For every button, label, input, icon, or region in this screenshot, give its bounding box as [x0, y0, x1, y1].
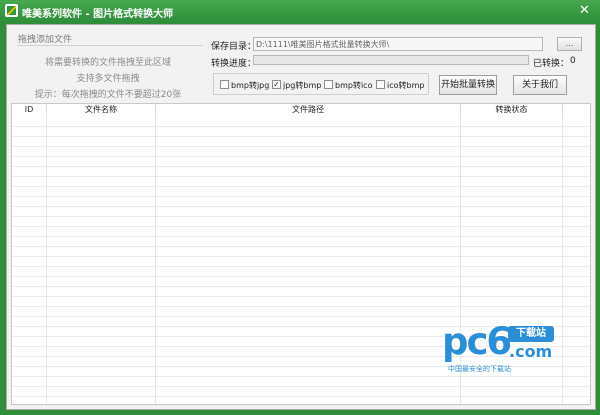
drop-zone-limit-tip: 提示：每次拖拽的文件不要超过20张 [34, 90, 182, 100]
pc6-watermark: pc6 下载站 .com 中国最安全的下载站 [442, 320, 572, 380]
window-title: 唯美系列软件 - 图片格式转换大师 [22, 9, 174, 20]
save-dir-input[interactable] [253, 37, 543, 51]
column-header-file-path[interactable]: 文件路径 [156, 104, 461, 117]
option-label: bmp转ico [335, 81, 373, 90]
title-bar[interactable]: 唯美系列软件 - 图片格式转换大师 ✕ [0, 0, 600, 22]
save-dir-label: 保存目录： [211, 42, 257, 52]
checkbox-ico-to-bmp[interactable] [376, 80, 385, 89]
drop-zone[interactable]: 拖拽添加文件 将需要转换的文件拖拽至此区域 支持多文件拖拽 提示：每次拖拽的文件… [13, 29, 203, 100]
column-header-status[interactable]: 转换状态 [461, 104, 563, 117]
main-panel: 拖拽添加文件 将需要转换的文件拖拽至此区域 支持多文件拖拽 提示：每次拖拽的文件… [6, 24, 596, 410]
app-icon [5, 4, 18, 17]
converted-label: 已转换： [533, 59, 570, 69]
converted-count: 0 [570, 56, 576, 66]
format-options-group: bmp转jpg ✓ jpg转bmp bmp转ico ico转bmp [213, 73, 429, 95]
start-convert-button[interactable]: 开始批量转换 [439, 75, 497, 95]
drop-zone-hint: 将需要转换的文件拖拽至此区域 [44, 58, 171, 68]
close-icon[interactable]: ✕ [576, 3, 593, 18]
drop-zone-divider [17, 45, 203, 46]
drop-zone-multi-hint: 支持多文件拖拽 [76, 74, 140, 84]
progress-label: 转换进度： [211, 59, 257, 69]
option-label: jpg转bmp [283, 81, 322, 90]
watermark-badge: 下载站 [508, 326, 554, 342]
option-label: bmp转jpg [231, 81, 270, 90]
checkbox-bmp-to-ico[interactable] [324, 80, 333, 89]
option-label: ico转bmp [387, 81, 425, 90]
file-table[interactable]: ID 文件名称 文件路径 转换状态 pc6 下载站 .com 中国最安全的下载站 [11, 103, 591, 405]
browse-button[interactable]: ... [557, 37, 582, 51]
app-window: 唯美系列软件 - 图片格式转换大师 ✕ 拖拽添加文件 将需要转换的文件拖拽至此区… [0, 0, 600, 415]
column-header-id[interactable]: ID [12, 104, 47, 117]
checkbox-jpg-to-bmp[interactable]: ✓ [272, 80, 281, 89]
watermark-domain: .com [509, 342, 553, 361]
column-header-file-name[interactable]: 文件名称 [47, 104, 156, 117]
about-button[interactable]: 关于我们 [513, 75, 567, 95]
drop-zone-title: 拖拽添加文件 [18, 35, 73, 45]
watermark-logo: pc6 [442, 320, 512, 363]
checkbox-bmp-to-jpg[interactable] [220, 80, 229, 89]
progress-bar [253, 55, 529, 65]
watermark-tagline: 中国最安全的下载站 [448, 365, 511, 373]
settings-panel: 保存目录： ... 转换进度： 已转换： 0 bmp转jpg ✓ jpg转bmp [209, 29, 591, 101]
table-header: ID 文件名称 文件路径 转换状态 [12, 104, 590, 118]
